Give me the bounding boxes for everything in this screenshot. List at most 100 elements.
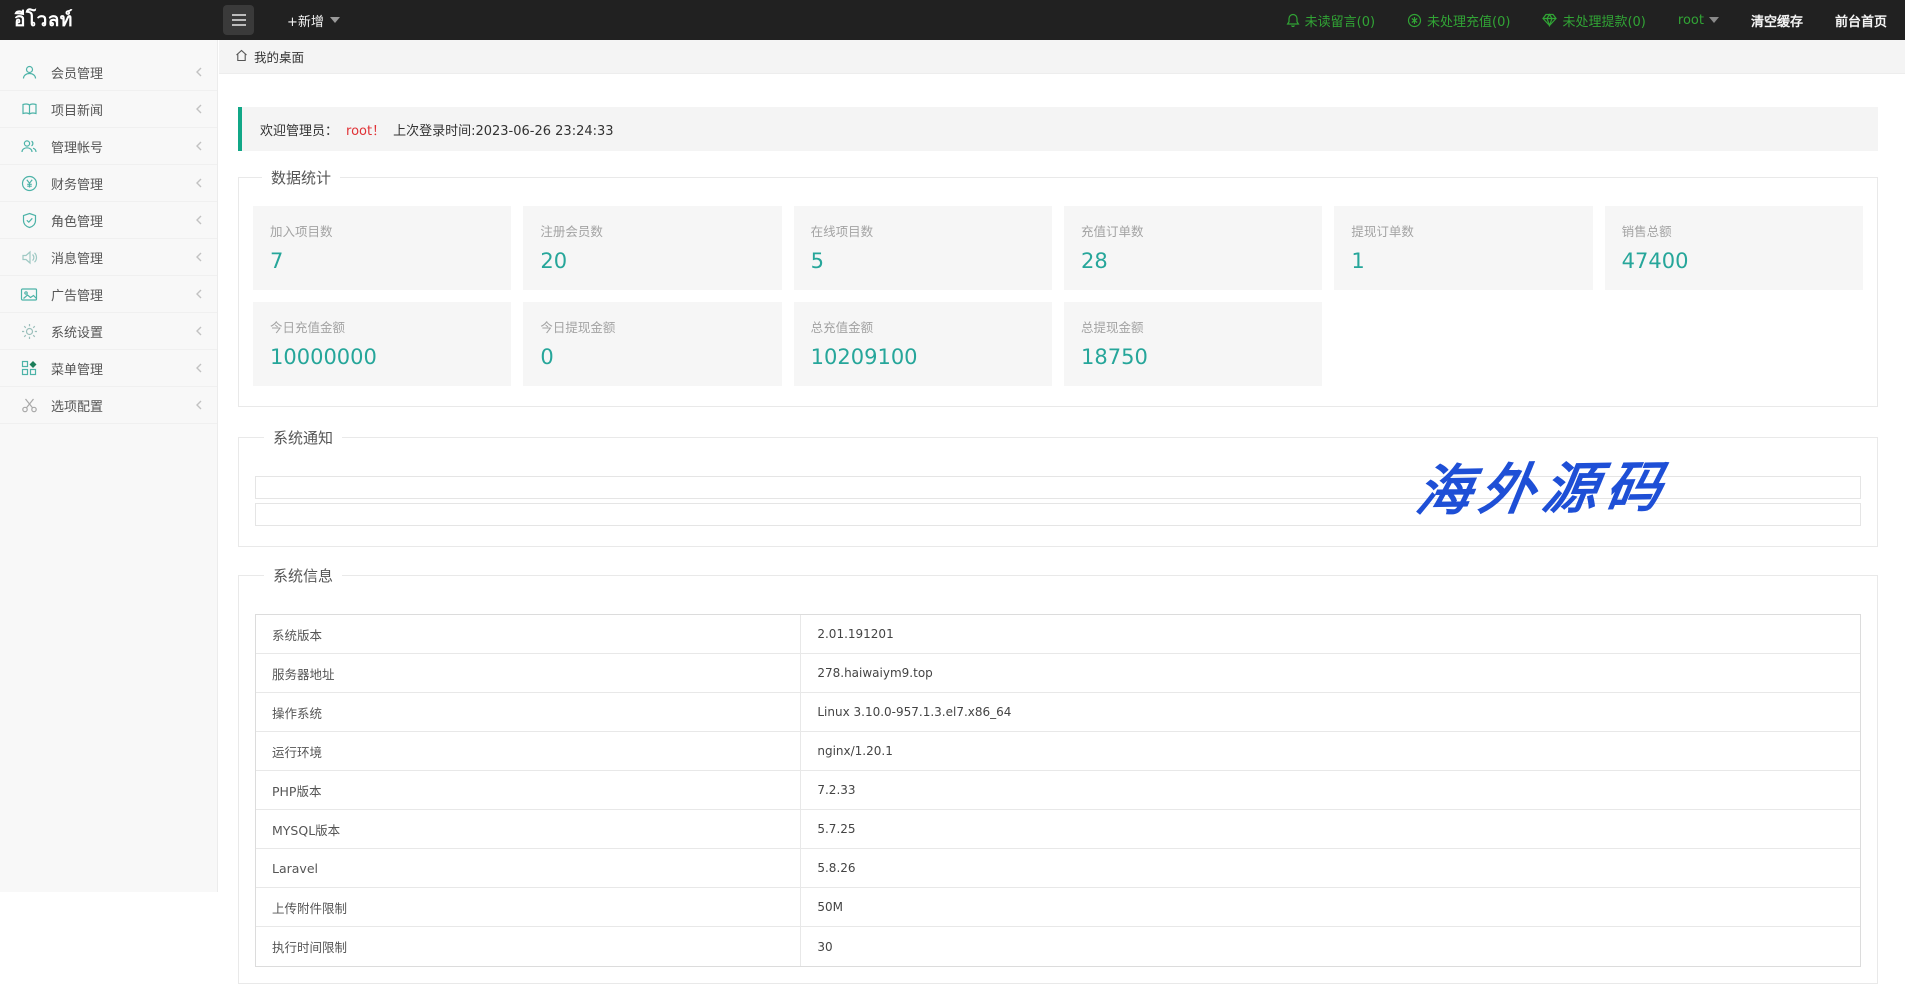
menu-icon (20, 359, 38, 377)
ad-icon (20, 285, 38, 303)
sysinfo-row-label: 执行时间限制 (256, 927, 801, 966)
sidebar-item-finance[interactable]: 财务管理 (0, 165, 217, 202)
table-row: 运行环境 nginx/1.20.1 (256, 732, 1860, 771)
stat-value: 5 (811, 249, 1035, 273)
options-icon (20, 396, 38, 414)
sidebar: 会员管理 项目新闻 管理帐号 财务管理 角色管理 消息管理 (0, 40, 218, 892)
stat-value: 10000000 (270, 345, 494, 369)
clear-cache-label: 清空缓存 (1751, 11, 1803, 30)
sidebar-item-ads[interactable]: 广告管理 (0, 276, 217, 313)
stat-label: 销售总额 (1622, 221, 1846, 240)
caret-down-icon (330, 17, 340, 23)
front-home-label: 前台首页 (1835, 11, 1887, 30)
notice-row (255, 503, 1861, 526)
sysinfo-row-label: 运行环境 (256, 732, 801, 770)
sidebar-item-roles[interactable]: 角色管理 (0, 202, 217, 239)
add-new-dropdown[interactable]: +新增 (287, 0, 340, 40)
sidebar-item-project-news[interactable]: 项目新闻 (0, 91, 217, 128)
stat-label: 今日充值金额 (270, 317, 494, 336)
table-row: 服务器地址 278.haiwaiym9.top (256, 654, 1860, 693)
stat-label: 在线项目数 (811, 221, 1035, 240)
welcome-prefix: 欢迎管理员： (260, 120, 338, 139)
settings-icon (20, 322, 38, 340)
sidebar-item-label: 广告管理 (51, 285, 195, 304)
sysinfo-row-label: 服务器地址 (256, 654, 801, 692)
stat-value: 0 (540, 345, 764, 369)
clear-cache-button[interactable]: 清空缓存 (1751, 11, 1803, 30)
sysinfo-row-label: PHP版本 (256, 771, 801, 809)
stat-value: 20 (540, 249, 764, 273)
stat-card: 总提现金额 18750 (1064, 302, 1322, 386)
breadcrumb[interactable]: 我的桌面 (235, 47, 304, 66)
sidebar-item-options[interactable]: 选项配置 (0, 387, 217, 424)
chevron-left-icon (195, 396, 203, 415)
stat-value: 47400 (1622, 249, 1846, 273)
sysinfo-row-label: MYSQL版本 (256, 810, 801, 848)
user-dropdown[interactable]: root (1678, 13, 1719, 28)
sysinfo-row-value: nginx/1.20.1 (801, 732, 1860, 770)
sidebar-item-label: 项目新闻 (51, 100, 195, 119)
chevron-left-icon (195, 100, 203, 119)
topbar-right: 未读留言(0) 未处理充值(0) 未处理提款(0) root 清空缓存 前台首页 (1286, 0, 1887, 40)
front-home-link[interactable]: 前台首页 (1835, 11, 1887, 30)
add-new-label: +新增 (287, 11, 324, 30)
table-row: 执行时间限制 30 (256, 927, 1860, 966)
pending-recharge-link[interactable]: 未处理充值(0) (1407, 11, 1510, 30)
sidebar-item-label: 系统设置 (51, 322, 195, 341)
stat-value: 28 (1081, 249, 1305, 273)
main-content: 欢迎管理员： root！ 上次登录时间:2023-06-26 23:24:33 … (219, 74, 1905, 892)
finance-icon (20, 174, 38, 192)
topbar: อีโวลท์ +新增 未读留言(0) 未处理充值(0) 未处理提款(0) (0, 0, 1905, 40)
sidebar-item-members[interactable]: 会员管理 (0, 54, 217, 91)
chevron-left-icon (195, 174, 203, 193)
unread-messages-label: 未读留言(0) (1305, 11, 1375, 30)
stat-value: 1 (1351, 249, 1575, 273)
sidebar-item-label: 角色管理 (51, 211, 195, 230)
welcome-time: 上次登录时间:2023-06-26 23:24:33 (393, 120, 613, 139)
sysinfo-row-value: 7.2.33 (801, 771, 1860, 809)
chevron-left-icon (195, 211, 203, 230)
sidebar-toggle-button[interactable] (223, 5, 254, 35)
unread-messages-link[interactable]: 未读留言(0) (1286, 11, 1375, 30)
sidebar-item-label: 消息管理 (51, 248, 195, 267)
user-name: root (1678, 13, 1704, 28)
sysinfo-table: 系统版本 2.01.191201 服务器地址 278.haiwaiym9.top… (255, 614, 1861, 967)
sysinfo-row-value: 5.8.26 (801, 849, 1860, 887)
chevron-left-icon (195, 248, 203, 267)
sidebar-item-system-settings[interactable]: 系统设置 (0, 313, 217, 350)
chevron-left-icon (195, 322, 203, 341)
sysinfo-section: 系统信息 系统版本 2.01.191201 服务器地址 278.haiwaiym… (238, 565, 1878, 984)
sysinfo-row-value: Linux 3.10.0-957.1.3.el7.x86_64 (801, 693, 1860, 731)
sidebar-item-label: 财务管理 (51, 174, 195, 193)
stat-label: 今日提现金额 (540, 317, 764, 336)
pending-recharge-label: 未处理充值(0) (1427, 11, 1510, 30)
stat-label: 提现订单数 (1351, 221, 1575, 240)
table-row: MYSQL版本 5.7.25 (256, 810, 1860, 849)
stat-value: 10209100 (811, 345, 1035, 369)
sidebar-item-label: 选项配置 (51, 396, 195, 415)
stat-value: 18750 (1081, 345, 1305, 369)
sidebar-item-menus[interactable]: 菜单管理 (0, 350, 217, 387)
sidebar-item-messages[interactable]: 消息管理 (0, 239, 217, 276)
chevron-left-icon (195, 63, 203, 82)
home-icon (235, 49, 248, 65)
diamond-icon (1542, 13, 1557, 27)
pending-withdraw-link[interactable]: 未处理提款(0) (1542, 11, 1645, 30)
caret-down-icon (1709, 17, 1719, 23)
table-row: 上传附件限制 50M (256, 888, 1860, 927)
stat-card: 今日提现金额 0 (523, 302, 781, 386)
table-row: PHP版本 7.2.33 (256, 771, 1860, 810)
notice-section-title: 系统通知 (264, 427, 342, 448)
sidebar-item-admin-accounts[interactable]: 管理帐号 (0, 128, 217, 165)
stats-section-title: 数据统计 (262, 167, 340, 188)
stat-label: 注册会员数 (540, 221, 764, 240)
chevron-left-icon (195, 285, 203, 304)
sysinfo-row-label: 上传附件限制 (256, 888, 801, 926)
notice-row (255, 476, 1861, 499)
notice-section: 系统通知 (238, 427, 1878, 547)
user-icon (20, 63, 38, 81)
sysinfo-row-value: 278.haiwaiym9.top (801, 654, 1860, 692)
stat-card: 今日充值金额 10000000 (253, 302, 511, 386)
table-row: Laravel 5.8.26 (256, 849, 1860, 888)
stat-label: 加入项目数 (270, 221, 494, 240)
